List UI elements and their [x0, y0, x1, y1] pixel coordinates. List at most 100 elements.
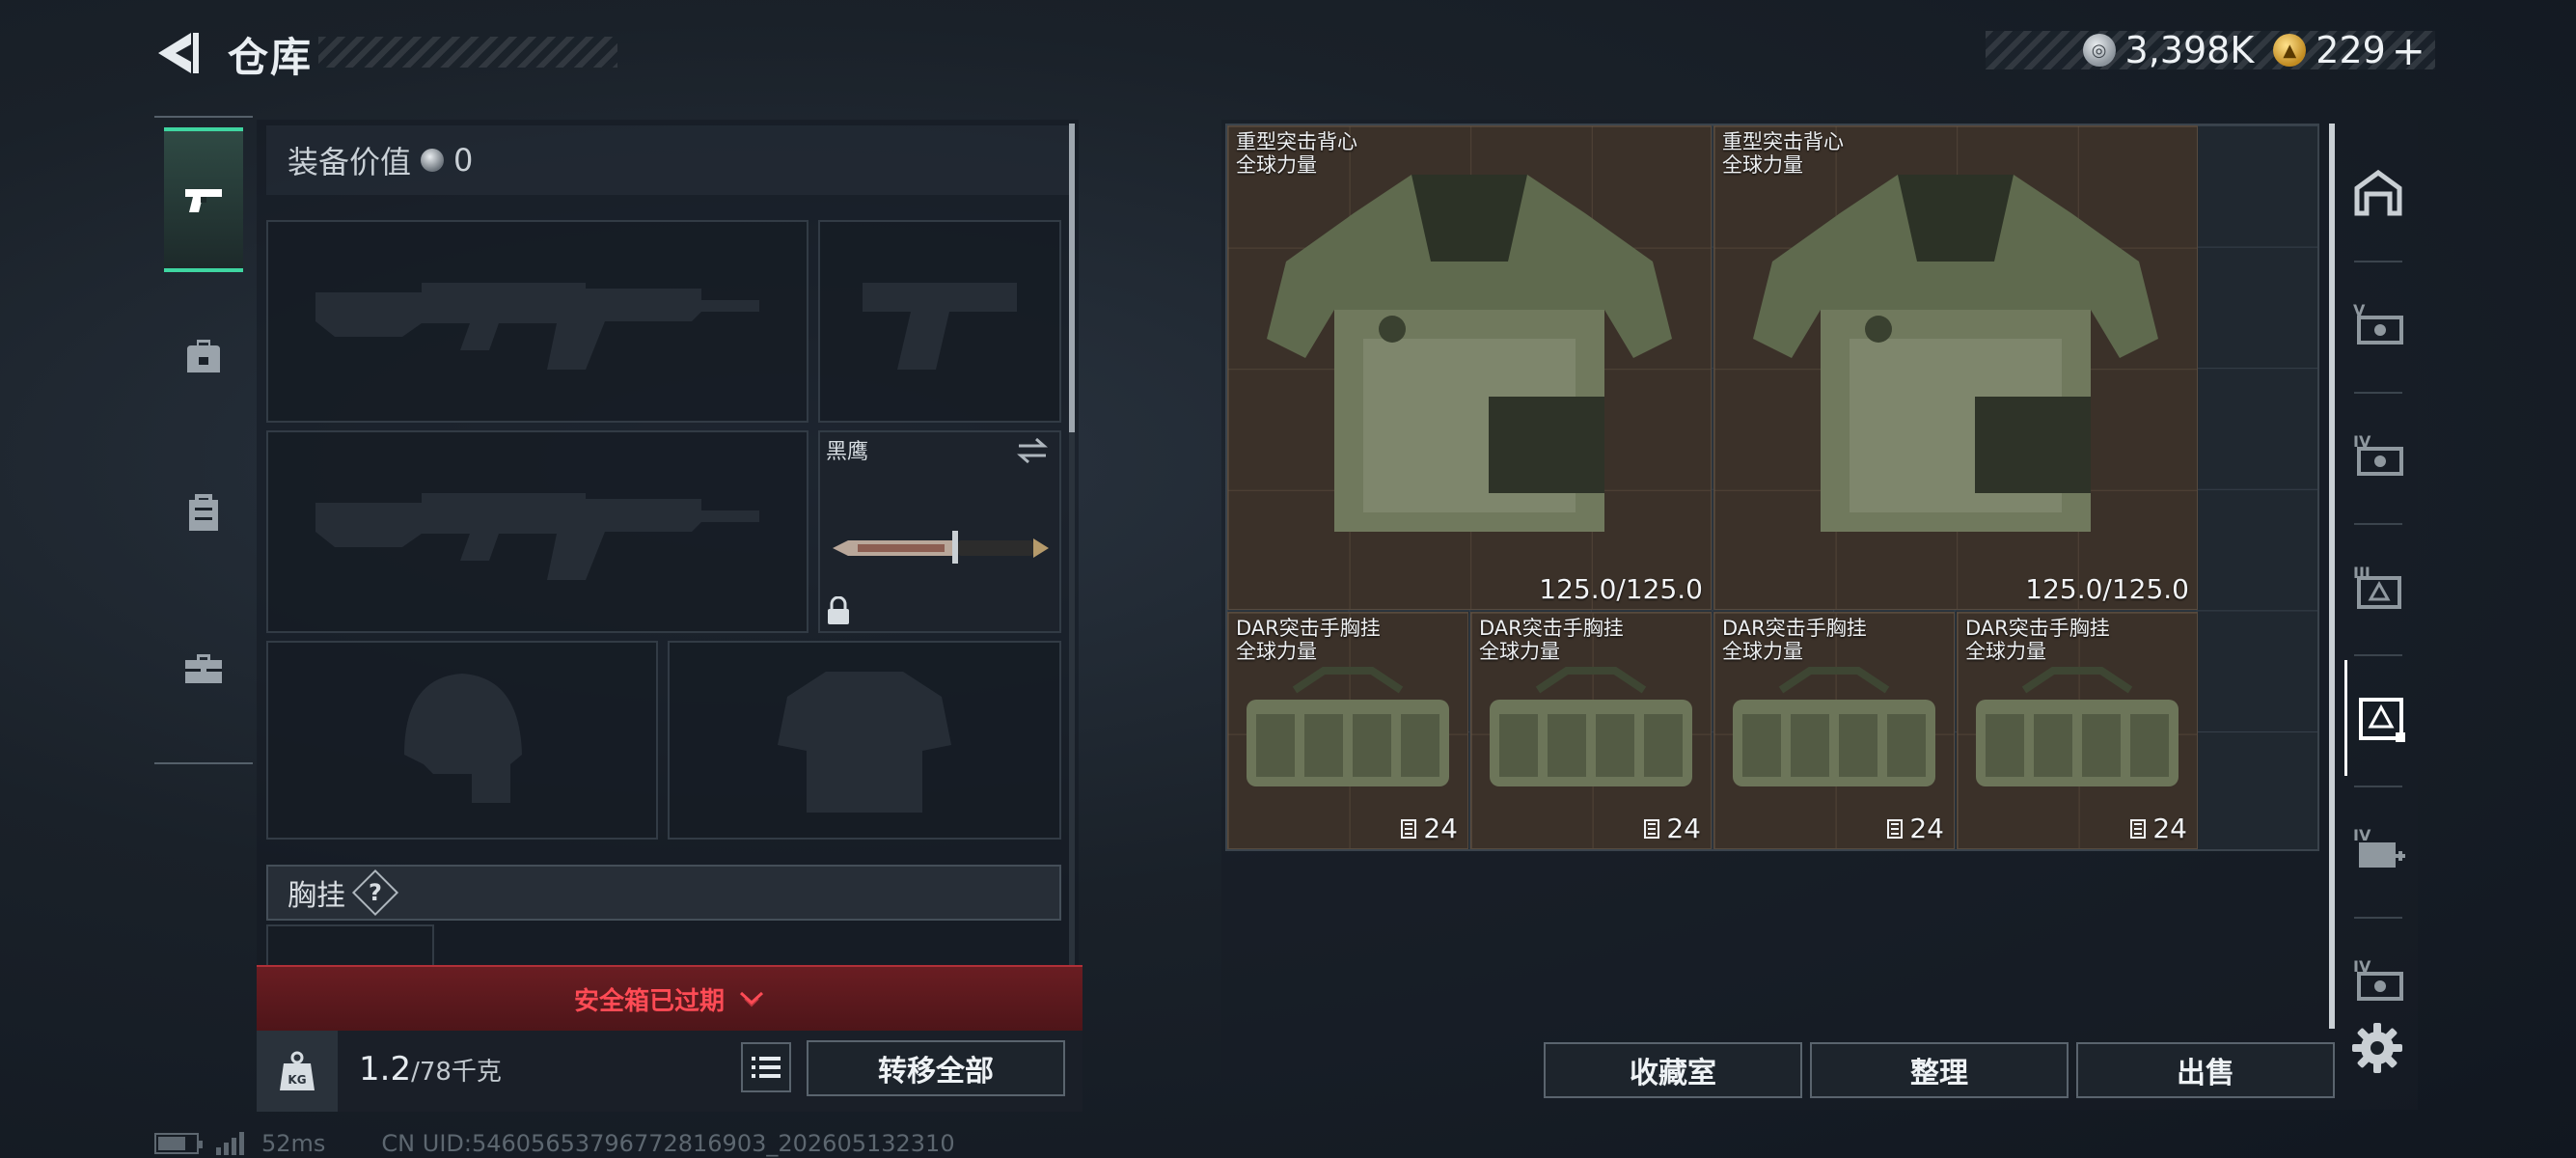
ping-readout: 52ms	[261, 1130, 326, 1157]
primary-weapon-slot-1[interactable]	[266, 220, 808, 423]
status-bar: 52ms CN UID:5460565379677281690​3_202605…	[154, 1129, 1023, 1158]
currency-bar: ◎ 3,398K ▲ 229 +	[1986, 27, 2435, 74]
equipment-value-label: 装备价值	[288, 144, 412, 180]
rail-divider	[2354, 786, 2402, 787]
melee-item-name: 黑鹰	[826, 440, 869, 464]
stash-item-vest-1[interactable]: 重型突击背心 全球力量 125.0/125.0	[1227, 125, 1712, 610]
help-icon: ?	[369, 878, 382, 906]
chest-rig-slot[interactable]	[266, 924, 434, 971]
stash-item-rig-2[interactable]: DAR突击手胸挂 全球力量 24	[1470, 612, 1712, 849]
filter-armor[interactable]	[2344, 660, 2412, 776]
chest-rig-image	[1490, 667, 1692, 786]
battery-icon	[154, 1133, 203, 1154]
list-view-button[interactable]	[741, 1042, 791, 1092]
stash-home-icon	[2354, 169, 2402, 216]
page-title: 仓库	[228, 34, 314, 81]
item-name: DAR突击手胸挂 全球力量	[1722, 617, 1867, 663]
safe-box-expired-banner[interactable]: 安全箱已过期	[257, 965, 1082, 1031]
rail-divider	[2354, 392, 2402, 394]
equipment-scrollbar-thumb[interactable]	[1069, 124, 1075, 432]
equipment-value-row: 装备价值 0	[266, 125, 1073, 195]
rail-divider	[2354, 523, 2402, 525]
nav-toolbox[interactable]	[164, 596, 243, 741]
tier-v-card-icon: V	[2353, 301, 2403, 345]
stash-item-rig-3[interactable]: DAR突击手胸挂 全球力量 24	[1713, 612, 1955, 849]
weight-icon-box: KG	[257, 1031, 338, 1112]
signal-icon	[216, 1132, 244, 1155]
title-decoration	[318, 37, 617, 68]
item-durability: 125.0/125.0	[1539, 573, 1703, 605]
capacity-icon	[1401, 818, 1417, 839]
rail-divider	[2354, 261, 2402, 262]
rail-divider	[2354, 654, 2402, 656]
transfer-all-button[interactable]: 转移全部	[807, 1040, 1065, 1096]
item-durability: 125.0/125.0	[2025, 573, 2189, 605]
silver-coin-icon	[421, 149, 445, 172]
back-arrow-icon[interactable]	[152, 29, 203, 77]
filter-tier-iv-medkit[interactable]: IV	[2344, 791, 2412, 907]
stash-item-vest-2[interactable]: 重型突击背心 全球力量 125.0/125.0	[1713, 125, 2198, 610]
tier-iv-medkit-icon: IV	[2353, 826, 2405, 868]
weight-current: 1.2	[359, 1050, 412, 1089]
stash-filter-rail: V IV III IV IV	[2344, 135, 2412, 1023]
capacity-icon	[1887, 818, 1904, 839]
weight-icon-label: KG	[288, 1073, 306, 1087]
weight-max: /78千克	[411, 1058, 502, 1087]
tier-iii-armor-icon: III	[2353, 564, 2401, 609]
nav-container[interactable]	[164, 440, 243, 585]
filter-stash-home[interactable]	[2344, 135, 2412, 251]
gold-amount: 229	[2316, 29, 2386, 71]
chevron-down-icon	[739, 991, 764, 1007]
heavy-assault-vest-image	[1267, 175, 1672, 532]
organize-button[interactable]: 整理	[1810, 1042, 2069, 1098]
help-button[interactable]: ?	[351, 868, 399, 917]
capacity-icon	[2130, 818, 2147, 839]
sell-button[interactable]: 出售	[2076, 1042, 2335, 1098]
tier-label: IV	[2353, 826, 2371, 844]
stash-scrollbar-thumb[interactable]	[2329, 124, 2335, 1029]
primary-weapon-slot-2[interactable]	[266, 430, 808, 633]
pistol-icon	[185, 189, 222, 212]
filter-tier-v-card[interactable]: V	[2344, 266, 2412, 382]
silver-amount: 3,398K	[2124, 29, 2255, 71]
armor-slot[interactable]	[668, 641, 1061, 840]
silver-currency: ◎ 3,398K	[2082, 29, 2255, 71]
item-capacity: 24	[1886, 813, 1944, 844]
vest-silhouette-icon	[778, 672, 951, 813]
armor-filter-icon	[2358, 698, 2405, 742]
container-icon	[189, 494, 218, 531]
swap-icon[interactable]	[1015, 436, 1050, 465]
user-id: CN UID:5460565379677281690​3_20260513231…	[381, 1130, 955, 1157]
collection-room-button[interactable]: 收藏室	[1544, 1042, 1802, 1098]
helmet-slot[interactable]	[266, 641, 658, 840]
chest-rig-image	[1247, 667, 1449, 786]
tier-iv-card-icon: IV	[2353, 432, 2403, 476]
gold-currency[interactable]: ▲ 229 +	[2273, 27, 2425, 74]
item-capacity: 24	[1400, 813, 1458, 844]
item-capacity: 24	[2129, 813, 2187, 844]
backpack-icon	[187, 340, 220, 372]
rifle-silhouette-icon	[315, 493, 759, 580]
lock-icon	[828, 596, 849, 624]
chest-rig-label: 胸挂	[288, 879, 345, 913]
filter-tier-iii-armor[interactable]: III	[2344, 529, 2412, 645]
chest-rig-image	[1733, 667, 1935, 786]
weight-icon: KG	[280, 1051, 315, 1090]
weight-readout: 1.2/78千克	[359, 1050, 502, 1089]
item-name: 重型突击背心 全球力量	[1236, 130, 1357, 177]
filter-tier-iv-card[interactable]: IV	[2344, 398, 2412, 513]
pistol-silhouette-icon	[863, 283, 1017, 370]
item-name: DAR突击手胸挂 全球力量	[1965, 617, 2110, 663]
heavy-assault-vest-image	[1753, 175, 2158, 532]
stash-item-rig-4[interactable]: DAR突击手胸挂 全球力量 24	[1957, 612, 2198, 849]
rail-divider	[2354, 917, 2402, 919]
add-currency-button[interactable]: +	[2392, 27, 2425, 74]
sidearm-slot[interactable]	[818, 220, 1061, 423]
nav-weapons[interactable]	[164, 127, 243, 272]
chest-rig-header: 胸挂 ?	[266, 865, 1061, 921]
stash-item-rig-1[interactable]: DAR突击手胸挂 全球力量 24	[1227, 612, 1468, 849]
settings-gear-icon[interactable]	[2350, 1021, 2404, 1075]
rifle-silhouette-icon	[315, 283, 759, 370]
nav-backpack[interactable]	[164, 284, 243, 428]
item-name: 重型突击背心 全球力量	[1722, 130, 1844, 177]
